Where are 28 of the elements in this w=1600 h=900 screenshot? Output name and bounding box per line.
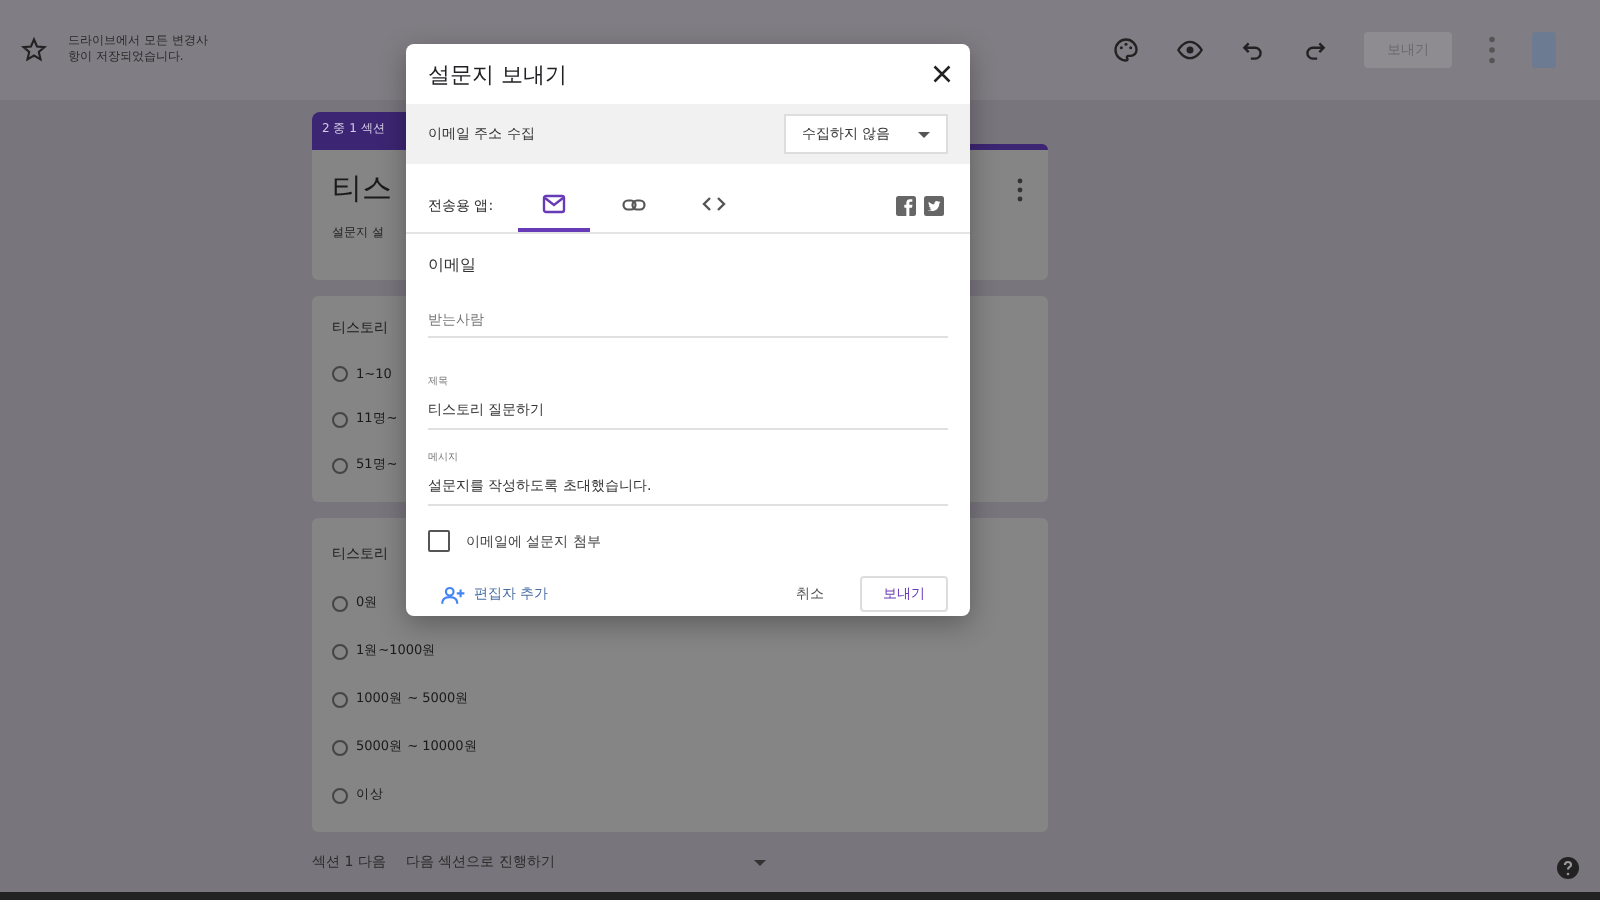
section-title: 이메일 — [428, 254, 478, 276]
star-icon[interactable] — [20, 36, 48, 64]
palette-icon[interactable] — [1112, 36, 1140, 64]
code-icon — [701, 196, 726, 212]
caret-icon — [753, 859, 766, 865]
facebook-icon[interactable] — [896, 196, 916, 216]
redo-icon[interactable] — [1302, 37, 1328, 63]
more-icon[interactable] — [1016, 177, 1024, 201]
radio-button[interactable] — [332, 595, 348, 611]
undo-icon[interactable] — [1240, 37, 1266, 63]
form-title: 티스 — [332, 170, 392, 208]
radio-button[interactable] — [332, 411, 348, 427]
radio-button[interactable] — [332, 643, 348, 659]
checkbox[interactable] — [428, 530, 450, 552]
eye-icon[interactable] — [1176, 36, 1204, 64]
radio-button[interactable] — [332, 739, 348, 755]
caret-icon — [918, 131, 930, 137]
dialog-title: 설문지 보내기 — [428, 59, 567, 89]
radio-button[interactable] — [332, 366, 348, 382]
mail-icon — [541, 194, 566, 214]
person-add-icon — [440, 585, 466, 603]
close-icon[interactable] — [932, 64, 952, 84]
radio-button[interactable] — [332, 691, 348, 707]
help-icon[interactable] — [1556, 856, 1580, 880]
radio-button[interactable] — [332, 457, 348, 473]
twitter-icon[interactable] — [924, 196, 944, 216]
radio-button[interactable] — [332, 787, 348, 803]
link-icon — [621, 197, 646, 211]
